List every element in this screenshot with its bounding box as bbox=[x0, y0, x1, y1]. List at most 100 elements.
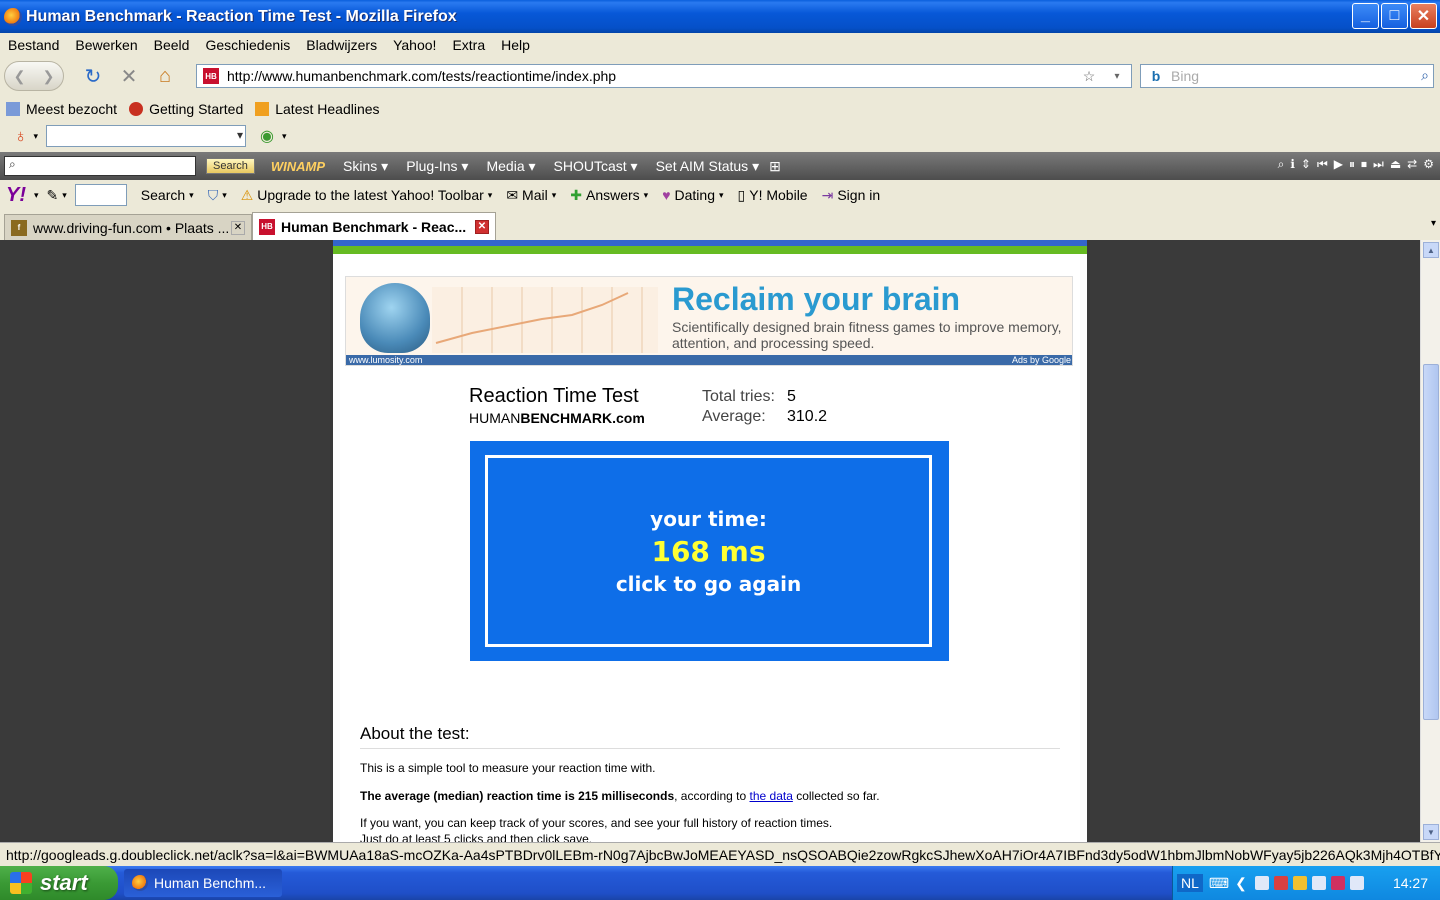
language-indicator[interactable]: NL bbox=[1177, 874, 1203, 892]
pencil-icon[interactable]: ✎ bbox=[47, 187, 59, 204]
gear-icon[interactable]: ⚙ bbox=[1423, 157, 1434, 172]
tray-app-icon[interactable] bbox=[1292, 876, 1307, 890]
menu-beeld[interactable]: Beeld bbox=[146, 37, 198, 53]
tab-human-benchmark[interactable]: HB Human Benchmark - Reac... ✕ bbox=[252, 212, 496, 240]
menu-bladwijzers[interactable]: Bladwijzers bbox=[298, 37, 385, 53]
winamp-aim-status-menu[interactable]: Set AIM Status ▾ bbox=[656, 158, 760, 175]
minimize-button[interactable]: _ bbox=[1352, 3, 1379, 29]
yahoo-mail-button[interactable]: ✉ Mail ▾ bbox=[506, 187, 556, 204]
yahoo-logo[interactable]: Y! bbox=[6, 184, 26, 207]
bookmark-getting-started[interactable]: Getting Started bbox=[129, 101, 243, 117]
url-bar[interactable]: HB http://www.humanbenchmark.com/tests/r… bbox=[196, 64, 1132, 88]
menu-help[interactable]: Help bbox=[493, 37, 538, 53]
previous-icon[interactable]: ⏮ bbox=[1317, 157, 1328, 172]
bookmark-star-icon[interactable]: ☆ bbox=[1075, 68, 1103, 85]
url-dropdown-icon[interactable]: ▾ bbox=[1103, 71, 1131, 82]
tray-antivirus-icon[interactable] bbox=[1330, 876, 1345, 890]
winamp-search-icon[interactable]: ⌕ bbox=[1278, 157, 1285, 172]
tray-device-icon[interactable] bbox=[1311, 876, 1326, 890]
brand-logo[interactable]: HUMANBENCHMARK.com bbox=[469, 410, 645, 426]
ad-headline[interactable]: Reclaim your brain bbox=[672, 281, 960, 318]
scroll-down-icon[interactable]: ▼ bbox=[1423, 824, 1439, 840]
tab-close-icon[interactable]: ✕ bbox=[231, 220, 245, 235]
volume-icon[interactable]: ⇕ bbox=[1301, 157, 1311, 172]
winamp-logo[interactable]: WINAMP bbox=[271, 159, 325, 174]
tab-close-icon[interactable]: ✕ bbox=[475, 219, 489, 234]
addon-dropdown-icon[interactable]: ▾ bbox=[34, 131, 39, 142]
ad-footer: www.lumosity.com Ads by Google bbox=[346, 355, 1072, 365]
search-engine-icon[interactable]: b bbox=[1141, 68, 1171, 84]
bookmark-meest-bezocht[interactable]: Meest bezocht bbox=[6, 101, 117, 117]
shuffle-icon[interactable]: ⇄ bbox=[1407, 157, 1417, 172]
next-icon[interactable]: ⏭ bbox=[1373, 157, 1384, 172]
speaker-icon[interactable] bbox=[1349, 876, 1364, 890]
stop-media-icon[interactable]: ⏹ bbox=[1361, 157, 1367, 172]
windows-taskbar: start Human Benchm... NL ⌨ ❮ 14:27 bbox=[0, 866, 1440, 900]
bookmark-latest-headlines[interactable]: Latest Headlines bbox=[255, 101, 380, 117]
pencil-dropdown-icon[interactable]: ▾ bbox=[62, 190, 67, 201]
yahoo-search-button[interactable]: Search ▾ bbox=[141, 187, 194, 203]
tab-list-icon[interactable]: ▾ bbox=[1431, 218, 1436, 229]
winamp-skins-menu[interactable]: Skins ▾ bbox=[343, 158, 388, 175]
menu-bewerken[interactable]: Bewerken bbox=[67, 37, 145, 53]
tray-expand-icon[interactable]: ❮ bbox=[1235, 875, 1247, 892]
close-button[interactable]: ✕ bbox=[1410, 3, 1437, 29]
yahoo-shield-button[interactable]: ⛉ ▾ bbox=[208, 187, 227, 204]
yahoo-dating-button[interactable]: ♥ Dating ▾ bbox=[662, 187, 723, 203]
winamp-search-button[interactable]: Search bbox=[206, 158, 255, 174]
menu-bestand[interactable]: Bestand bbox=[0, 37, 67, 53]
winamp-search-input[interactable]: ⌕ bbox=[4, 156, 196, 176]
about-section: About the test: This is a simple tool to… bbox=[360, 724, 1060, 842]
ad-source-link[interactable]: www.lumosity.com bbox=[349, 355, 422, 365]
menu-yahoo[interactable]: Yahoo! bbox=[385, 37, 444, 53]
addon-combo-input[interactable] bbox=[46, 125, 247, 147]
search-bar[interactable]: b Bing ⌕ bbox=[1140, 64, 1434, 88]
eject-icon[interactable]: ⏏ bbox=[1390, 157, 1401, 172]
home-icon[interactable]: ⌂ bbox=[150, 61, 180, 91]
globe-dropdown-icon[interactable]: ▾ bbox=[282, 131, 287, 142]
addon-logo-icon[interactable]: ♁ bbox=[14, 126, 28, 147]
stop-icon[interactable]: ✕ bbox=[114, 61, 144, 91]
security-icon[interactable] bbox=[1273, 876, 1288, 890]
scrollbar-thumb[interactable] bbox=[1423, 364, 1439, 720]
yahoo-upgrade-button[interactable]: ⚠ Upgrade to the latest Yahoo! Toolbar ▾ bbox=[241, 187, 493, 204]
yahoo-logo-dropdown-icon[interactable]: ▾ bbox=[34, 190, 39, 201]
back-arrow-icon[interactable]: ❮ bbox=[14, 68, 26, 85]
url-text[interactable]: http://www.humanbenchmark.com/tests/reac… bbox=[227, 68, 1075, 84]
scroll-up-icon[interactable]: ▲ bbox=[1423, 242, 1439, 258]
yahoo-mobile-button[interactable]: ▯ Y! Mobile bbox=[738, 187, 808, 204]
pause-icon[interactable]: ⏸ bbox=[1349, 157, 1355, 172]
firefox-icon bbox=[4, 7, 22, 26]
forward-arrow-icon[interactable]: ❯ bbox=[43, 68, 55, 85]
winamp-shoutcast-menu[interactable]: SHOUTcast ▾ bbox=[554, 158, 638, 175]
tab-favicon-icon: f bbox=[11, 219, 27, 236]
tab-driving-fun[interactable]: f www.driving-fun.com • Plaats ... ✕ bbox=[4, 214, 252, 240]
reaction-test-inner[interactable]: your time: 168 ms click to go again bbox=[485, 455, 932, 647]
ads-by-google-link[interactable]: Ads by Google bbox=[1012, 355, 1071, 365]
page-scrollbar[interactable]: ▲ ▼ bbox=[1420, 240, 1440, 842]
menu-geschiedenis[interactable]: Geschiedenis bbox=[197, 37, 298, 53]
start-button[interactable]: start bbox=[0, 866, 118, 900]
lumosity-ad-banner[interactable]: Reclaim your brain Scientifically design… bbox=[345, 276, 1073, 366]
search-icon[interactable]: ⌕ bbox=[1421, 67, 1429, 84]
globe-icon[interactable]: ◉ bbox=[260, 126, 274, 146]
taskbar-firefox-item[interactable]: Human Benchm... bbox=[124, 869, 282, 897]
yahoo-signin-button[interactable]: ⇥ Sign in bbox=[822, 187, 881, 204]
clock[interactable]: 14:27 bbox=[1393, 875, 1428, 891]
yahoo-search-combo[interactable] bbox=[74, 184, 127, 206]
maximize-button[interactable]: □ bbox=[1381, 3, 1408, 29]
info-icon[interactable]: ℹ bbox=[1290, 157, 1295, 172]
add-icon[interactable]: ⊞ bbox=[769, 158, 781, 175]
reload-icon[interactable]: ↻ bbox=[78, 61, 108, 91]
menu-extra[interactable]: Extra bbox=[444, 37, 493, 53]
your-time-label: your time: bbox=[650, 506, 767, 531]
the-data-link[interactable]: the data bbox=[750, 789, 793, 803]
yahoo-answers-button[interactable]: ✚ Answers ▾ bbox=[570, 187, 648, 204]
play-icon[interactable]: ▶ bbox=[1334, 157, 1343, 172]
reaction-test-area[interactable]: your time: 168 ms click to go again bbox=[470, 441, 949, 661]
back-forward-buttons[interactable]: ❮ ❯ bbox=[4, 61, 64, 91]
keyboard-icon[interactable]: ⌨ bbox=[1209, 875, 1229, 892]
winamp-media-menu[interactable]: Media ▾ bbox=[486, 158, 535, 175]
network-icon[interactable] bbox=[1254, 876, 1269, 890]
winamp-plugins-menu[interactable]: Plug-Ins ▾ bbox=[406, 158, 468, 175]
